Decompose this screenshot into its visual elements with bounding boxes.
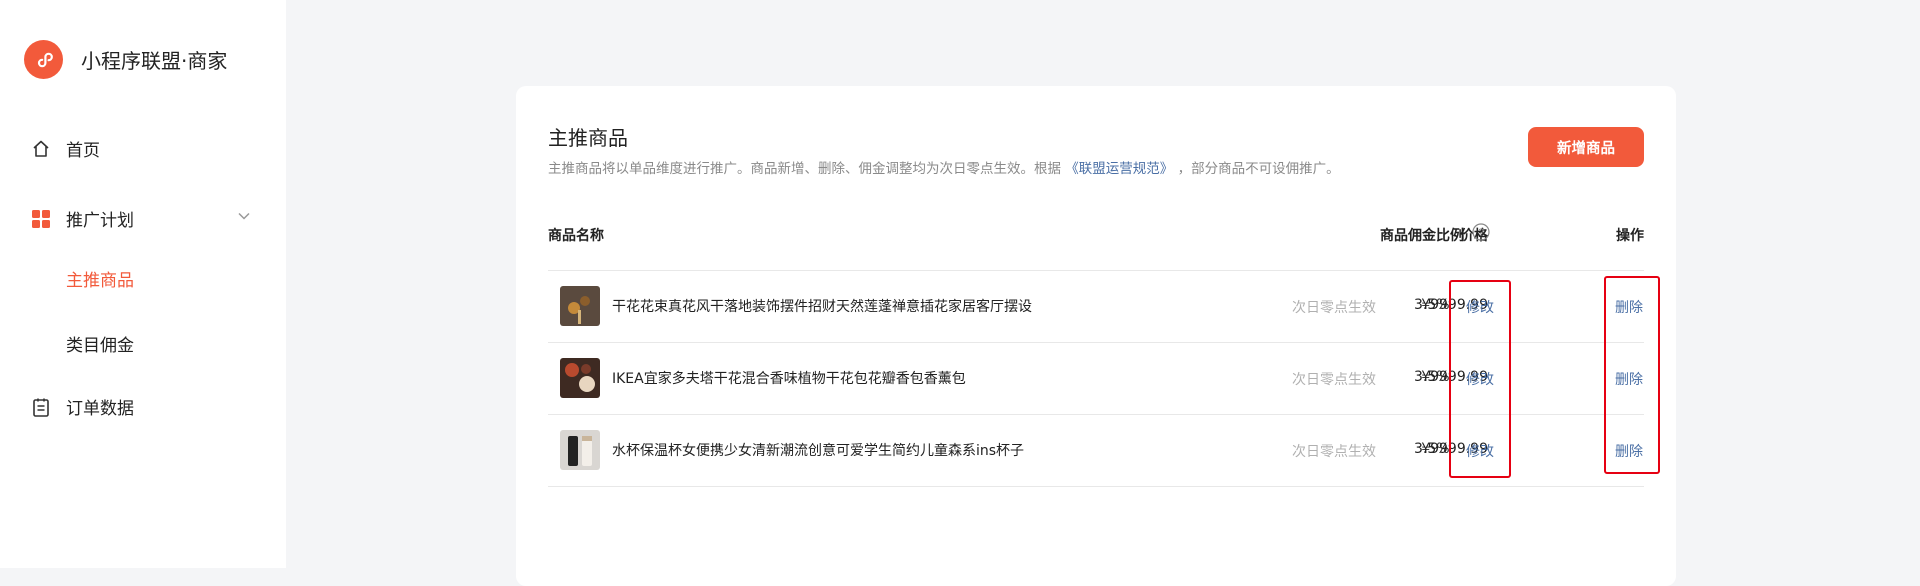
svg-text:?: ? [1478, 227, 1484, 239]
nav-sub-featured-products[interactable]: 主推商品 [66, 266, 134, 291]
product-name: IKEA宜家多夫塔干花混合香味植物干花包花瓣香包香薰包 [612, 371, 966, 387]
col-header-name: 商品名称 [548, 228, 604, 244]
product-thumbnail [560, 358, 600, 398]
product-name: 水杯保温杯女便携少女清新潮流创意可爱学生简约儿童森系ins杯子 [612, 443, 1025, 459]
desc-suffix: ，部分商品不可设佣推广。 [1177, 161, 1340, 177]
col-header-action: 操作 [1616, 228, 1644, 244]
help-icon[interactable]: ? [1472, 223, 1490, 241]
effective-note: 次日零点生效 [1292, 372, 1376, 388]
featured-products-card: 主推商品 主推商品将以单品维度进行推广。商品新增、删除、佣金调整均为次日零点生效… [516, 86, 1676, 586]
effective-note: 次日零点生效 [1292, 444, 1376, 460]
chevron-down-icon[interactable] [235, 207, 253, 225]
desc-text: 主推商品将以单品维度进行推广。商品新增、删除、佣金调整均为次日零点生效。根据 [548, 161, 1061, 177]
nav-plan-label: 推广计划 [66, 211, 134, 231]
divider [548, 270, 1644, 271]
clipboard-icon [30, 396, 52, 418]
page-description: 主推商品将以单品维度进行推广。商品新增、删除、佣金调整均为次日零点生效。根据 《… [548, 157, 1340, 177]
commission-rate: 3.5% [1414, 369, 1450, 385]
commission-rate: 3.5% [1414, 297, 1450, 313]
delete-column-highlight [1604, 276, 1660, 474]
nav-home[interactable]: 首页 [30, 136, 100, 161]
brand-logo-icon [24, 40, 63, 79]
col-header-rate: 商品佣金比例 [1380, 228, 1464, 244]
add-product-button[interactable]: 新增商品 [1528, 127, 1644, 167]
effective-note: 次日零点生效 [1292, 300, 1376, 316]
nav-home-label: 首页 [66, 141, 100, 161]
product-thumbnail [560, 430, 600, 470]
edit-column-highlight [1449, 280, 1511, 478]
nav-sub-category-commission[interactable]: 类目佣金 [66, 331, 134, 356]
product-thumbnail [560, 286, 600, 326]
home-icon [30, 138, 52, 160]
nav-plan[interactable]: 推广计划 [30, 206, 134, 231]
product-name: 干花花束真花风干落地装饰摆件招财天然莲蓬禅意插花家居客厅摆设 [612, 299, 1032, 315]
sidebar: 小程序联盟·商家 首页 推广计划 主推商品 类目佣金 订单数据 [0, 0, 286, 568]
nav-orders[interactable]: 订单数据 [30, 394, 134, 419]
commission-rate: 3.5% [1414, 441, 1450, 457]
grid-icon [30, 208, 52, 230]
brand: 小程序联盟·商家 [24, 40, 227, 79]
nav-orders-label: 订单数据 [66, 399, 134, 419]
rules-link[interactable]: 《联盟运营规范》 [1065, 161, 1173, 177]
page-title: 主推商品 [548, 126, 628, 150]
brand-name: 小程序联盟·商家 [81, 49, 228, 73]
row-divider [548, 486, 1644, 487]
